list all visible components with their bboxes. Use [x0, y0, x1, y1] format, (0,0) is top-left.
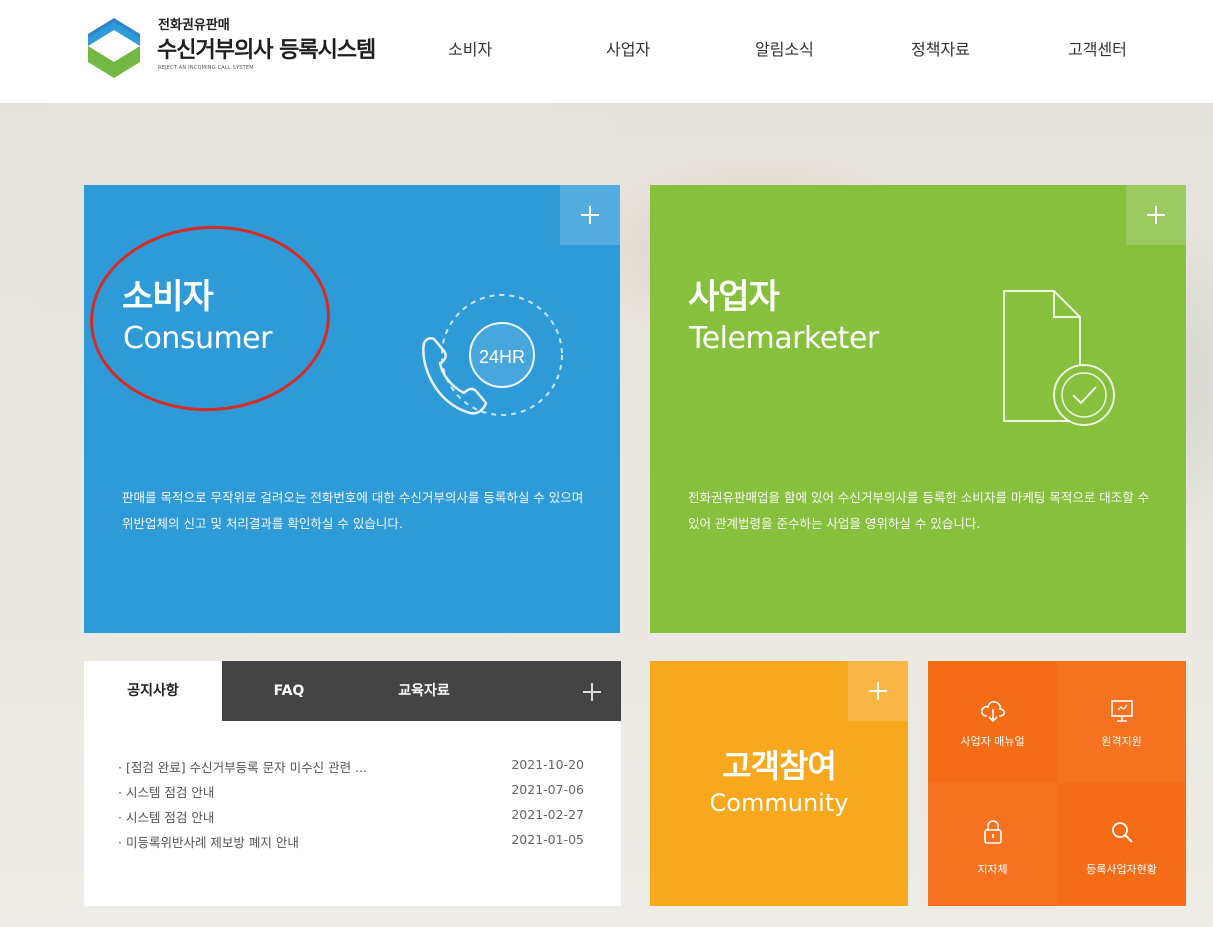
quick-link-registered-business[interactable]: 등록사업자현황 — [1057, 783, 1186, 905]
cloud-download-icon — [980, 700, 1006, 723]
nav-business[interactable]: 사업자 — [606, 36, 650, 60]
telemarketer-card[interactable]: 사업자 Telemarketer 전화권유판매업을 함에 있어 수신거부의사를 … — [650, 185, 1186, 633]
notice-date: 2021-02-27 — [511, 807, 584, 822]
document-check-icon — [1003, 290, 1115, 426]
notice-more-button[interactable] — [579, 679, 605, 705]
notice-date: 2021-07-06 — [511, 782, 584, 797]
consumer-title: 소비자 — [122, 277, 214, 317]
consumer-subtitle: Consumer — [123, 321, 272, 356]
notice-date: 2021-01-05 — [511, 832, 584, 847]
notice-panel: 공지사항 FAQ 교육자료 · [점검 완료] 수신거부등록 문자 미수신 관련… — [84, 661, 621, 906]
notice-title: · [점검 완료] 수신거부등록 문자 미수신 관련 ... — [118, 760, 367, 775]
phone-24hr-icon: 24HR — [422, 294, 563, 416]
community-title: 고객참여 — [722, 747, 837, 785]
quick-link-label: 사업자 매뉴얼 — [960, 735, 1025, 748]
tab-faq[interactable]: FAQ — [249, 661, 329, 721]
telemarketer-title: 사업자 — [688, 277, 780, 317]
quick-link-local-gov[interactable]: 지자체 — [928, 783, 1057, 905]
logo-english: REJECT AN INCOMING CALL SYSTEM — [158, 65, 254, 71]
list-item[interactable]: · 시스템 점검 안내 2021-07-06 — [118, 782, 588, 807]
quick-link-label: 지자체 — [977, 863, 1008, 876]
consumer-more-button[interactable] — [560, 185, 620, 245]
quick-link-label: 원격지원 — [1101, 735, 1142, 748]
plus-icon-vertical — [877, 682, 879, 700]
consumer-card[interactable]: 소비자 Consumer 24HR 판매를 목적으로 무작위로 걸려오는 전화번… — [84, 185, 620, 633]
lock-icon — [984, 820, 1002, 844]
list-item[interactable]: · 시스템 점검 안내 2021-02-27 — [118, 807, 588, 832]
notice-title: · 시스템 점검 안내 — [118, 785, 215, 800]
telemarketer-subtitle: Telemarketer — [689, 321, 879, 356]
plus-icon-vertical — [589, 206, 591, 224]
site-header: 전화권유판매 수신거부의사 등록시스템 REJECT AN INCOMING C… — [0, 0, 1213, 103]
nav-consumer[interactable]: 소비자 — [448, 36, 492, 60]
nav-policy[interactable]: 정책자료 — [911, 36, 970, 60]
consumer-description: 판매를 목적으로 무작위로 걸려오는 전화번호에 대한 수신거부의사를 등록하실… — [122, 490, 584, 531]
notice-title: · 시스템 점검 안내 — [118, 810, 215, 825]
quick-link-label: 등록사업자현황 — [1086, 863, 1157, 876]
telemarketer-description: 전화권유판매업을 함에 있어 수신거부의사를 등록한 소비자를 마케팅 목적으로… — [688, 490, 1150, 531]
quick-links: 사업자 매뉴얼 원격지원 지자체 등록사업자현황 — [928, 661, 1186, 906]
search-icon — [1112, 822, 1133, 843]
plus-icon-vertical — [1155, 206, 1157, 224]
logo-subtitle: 전화권유판매 — [158, 18, 230, 33]
main-nav: 소비자 사업자 알림소식 정책자료 고객센터 — [0, 36, 1213, 60]
plus-icon-vertical — [591, 683, 593, 701]
telemarketer-more-button[interactable] — [1126, 185, 1186, 245]
list-item[interactable]: · 미등록위반사례 제보방 폐지 안내 2021-01-05 — [118, 832, 588, 857]
quick-link-remote[interactable]: 원격지원 — [1057, 661, 1186, 783]
nav-news[interactable]: 알림소식 — [755, 36, 814, 60]
icon-24hr-label: 24HR — [479, 347, 525, 367]
monitor-icon — [1111, 700, 1133, 722]
community-more-button[interactable] — [848, 661, 908, 721]
community-subtitle: Community — [709, 789, 849, 817]
nav-support[interactable]: 고객센터 — [1068, 36, 1127, 60]
tab-notice[interactable]: 공지사항 — [84, 661, 222, 721]
list-item[interactable]: · [점검 완료] 수신거부등록 문자 미수신 관련 ... 2021-10-2… — [118, 757, 588, 782]
notice-tabs: 공지사항 FAQ 교육자료 — [84, 661, 621, 721]
notice-list: · [점검 완료] 수신거부등록 문자 미수신 관련 ... 2021-10-2… — [118, 757, 588, 857]
quick-link-manual[interactable]: 사업자 매뉴얼 — [928, 661, 1057, 783]
community-card[interactable]: 고객참여 Community — [650, 661, 908, 906]
notice-date: 2021-10-20 — [511, 757, 584, 772]
tab-education[interactable]: 교육자료 — [379, 661, 469, 721]
notice-title: · 미등록위반사례 제보방 폐지 안내 — [118, 835, 299, 850]
